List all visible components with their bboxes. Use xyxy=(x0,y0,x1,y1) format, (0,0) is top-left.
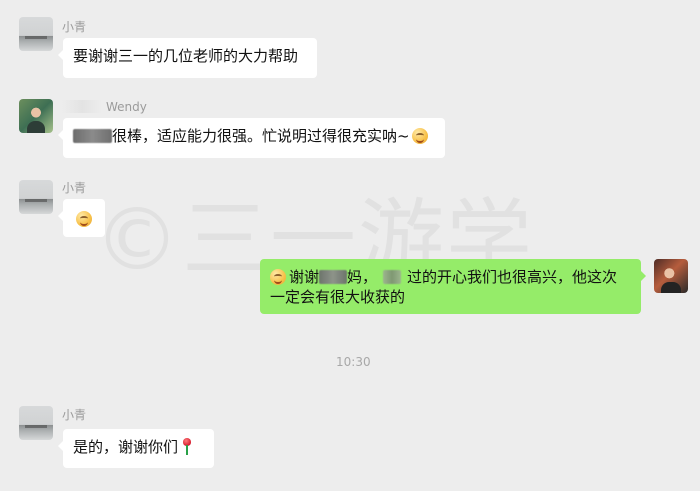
message-bubble[interactable]: 谢谢 妈， 过的开心我们也很高兴，他这次一定会有很大收获的 xyxy=(260,259,646,314)
avatar-xiaoqing[interactable] xyxy=(19,180,53,214)
avatar-xiaoqing[interactable] xyxy=(19,17,53,51)
message-text: 很棒，适应能力很强。忙说明过得很充实呐~ xyxy=(112,127,410,145)
avatar-wendy[interactable] xyxy=(19,99,53,133)
sender-name-xiaoqing: 小青 xyxy=(62,20,87,34)
emoji-message-bubble[interactable] xyxy=(58,199,105,237)
avatar-me[interactable] xyxy=(654,259,688,293)
redacted-text xyxy=(383,270,402,284)
avatar-xiaoqing[interactable] xyxy=(19,406,53,440)
message-text-part-2: 妈， xyxy=(347,268,378,286)
sender-name-xiaoqing: 小青 xyxy=(62,181,87,195)
message-text: 要谢谢三一的几位老师的大力帮助 xyxy=(73,47,299,65)
sender-name-wendy: Wendy xyxy=(62,100,147,114)
message-bubble[interactable]: 很棒，适应能力很强。忙说明过得很充实呐~ xyxy=(58,118,445,158)
smile-emoji-icon xyxy=(411,128,428,144)
rose-emoji-icon xyxy=(181,438,193,455)
smile-emoji-icon xyxy=(76,211,92,227)
message-text-part-1: 谢谢 xyxy=(289,268,320,286)
message-bubble[interactable]: 要谢谢三一的几位老师的大力帮助 xyxy=(58,38,317,78)
redacted-text xyxy=(319,270,348,284)
chat-window: ©三一游学 小青 要谢谢三一的几位老师的大力帮助 Wendy 很棒，适应能力很强… xyxy=(0,0,700,491)
redacted-name xyxy=(62,100,102,113)
message-text: 是的，谢谢你们 xyxy=(73,438,179,456)
smile-emoji-icon xyxy=(270,269,286,285)
sender-name-xiaoqing: 小青 xyxy=(62,408,87,422)
redacted-text xyxy=(73,129,112,143)
message-bubble[interactable]: 是的，谢谢你们 xyxy=(58,429,214,468)
timestamp: 10:30 xyxy=(336,355,371,369)
